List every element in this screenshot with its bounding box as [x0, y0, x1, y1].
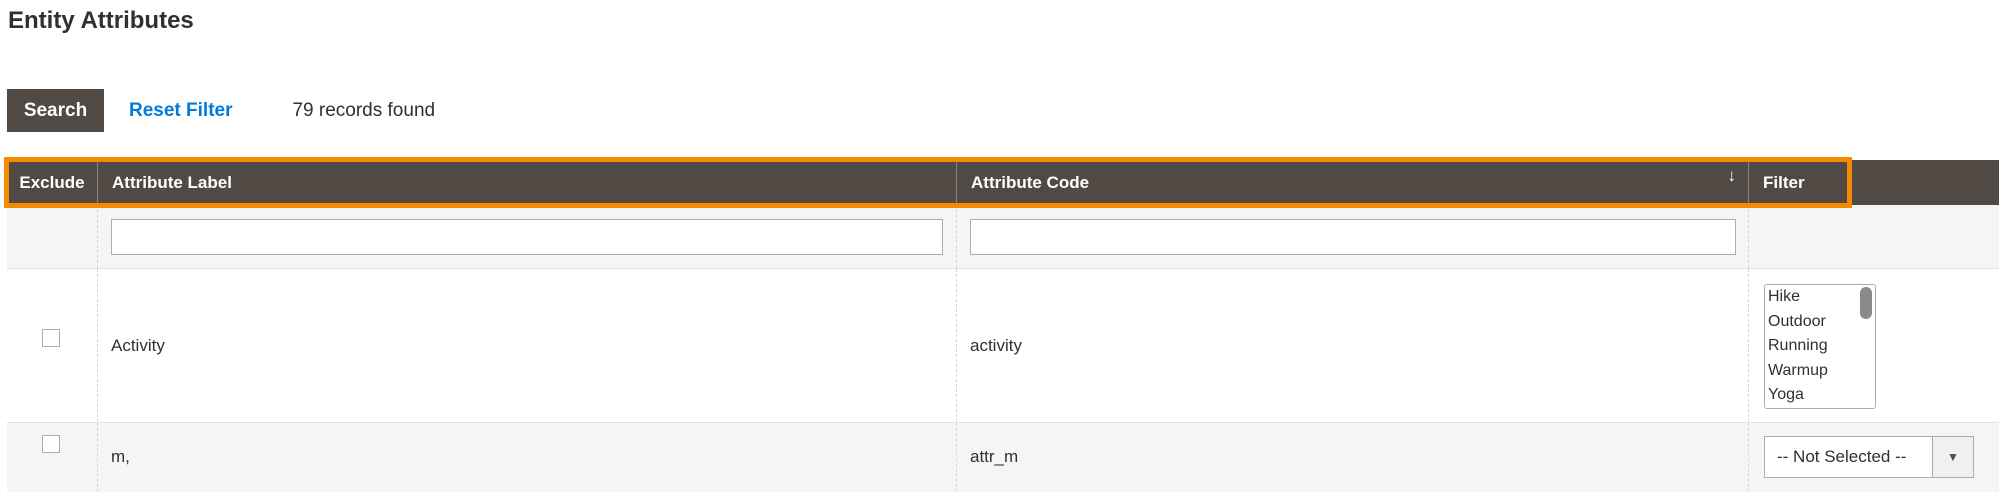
filter-select[interactable]: -- Not Selected -- ▼: [1764, 436, 1974, 478]
filter-option[interactable]: Outdoor: [1765, 310, 1875, 335]
filter-cell-code: [956, 205, 1748, 268]
filter-value-cell: Hike Outdoor Running Warmup Yoga: [1748, 269, 1999, 422]
attribute-label-cell: m,: [97, 423, 956, 492]
exclude-cell: [7, 423, 97, 492]
attribute-code-cell: attr_m: [956, 423, 1748, 492]
table-row: Activity activity Hike Outdoor Running W…: [7, 269, 1999, 423]
attribute-code-text: activity: [970, 335, 1022, 355]
attribute-label-cell: Activity: [97, 269, 956, 422]
grid-header-row: Exclude Attribute Label Attribute Code ↓…: [7, 160, 1999, 205]
column-header-attribute-label[interactable]: Attribute Label: [97, 160, 956, 205]
reset-filter-link[interactable]: Reset Filter: [129, 100, 232, 122]
multiselect-scrollbar[interactable]: [1860, 287, 1872, 319]
attributes-grid: Exclude Attribute Label Attribute Code ↓…: [7, 160, 1999, 492]
attribute-label-text: m,: [111, 446, 130, 466]
filter-cell-exclude: [7, 205, 97, 268]
attribute-label-text: Activity: [111, 335, 165, 355]
records-count: 79 records found: [292, 99, 436, 121]
filter-option[interactable]: Running: [1765, 334, 1875, 359]
filter-select-value: -- Not Selected --: [1777, 447, 1907, 466]
filter-option[interactable]: Hike: [1765, 285, 1875, 310]
column-header-attribute-code-text: Attribute Code: [971, 172, 1090, 192]
column-header-filter[interactable]: Filter: [1748, 160, 1999, 205]
attribute-code-filter-input[interactable]: [970, 219, 1736, 255]
table-row: m, attr_m -- Not Selected -- ▼: [7, 423, 1999, 492]
chevron-down-icon[interactable]: ▼: [1932, 437, 1973, 477]
filter-multiselect[interactable]: Hike Outdoor Running Warmup Yoga: [1764, 284, 1876, 409]
grid-actions: Search Reset Filter 79 records found: [7, 89, 435, 132]
exclude-checkbox[interactable]: [42, 328, 60, 347]
column-header-attribute-code[interactable]: Attribute Code ↓: [956, 160, 1748, 205]
attribute-label-filter-input[interactable]: [111, 219, 943, 255]
attribute-code-cell: activity: [956, 269, 1748, 422]
filter-cell-filter: [1748, 205, 1999, 268]
filter-option[interactable]: Yoga: [1765, 383, 1875, 408]
filter-value-cell: -- Not Selected -- ▼: [1748, 423, 1999, 492]
page-title: Entity Attributes: [8, 7, 194, 34]
column-header-exclude[interactable]: Exclude: [7, 160, 97, 205]
filter-option[interactable]: Warmup: [1765, 359, 1875, 384]
exclude-checkbox[interactable]: [42, 434, 60, 453]
attribute-code-text: attr_m: [970, 446, 1019, 466]
exclude-cell: [7, 269, 97, 422]
sort-descending-icon: ↓: [1727, 166, 1737, 185]
grid-filter-row: [7, 205, 1999, 269]
search-button[interactable]: Search: [7, 89, 104, 132]
filter-cell-label: [97, 205, 956, 268]
